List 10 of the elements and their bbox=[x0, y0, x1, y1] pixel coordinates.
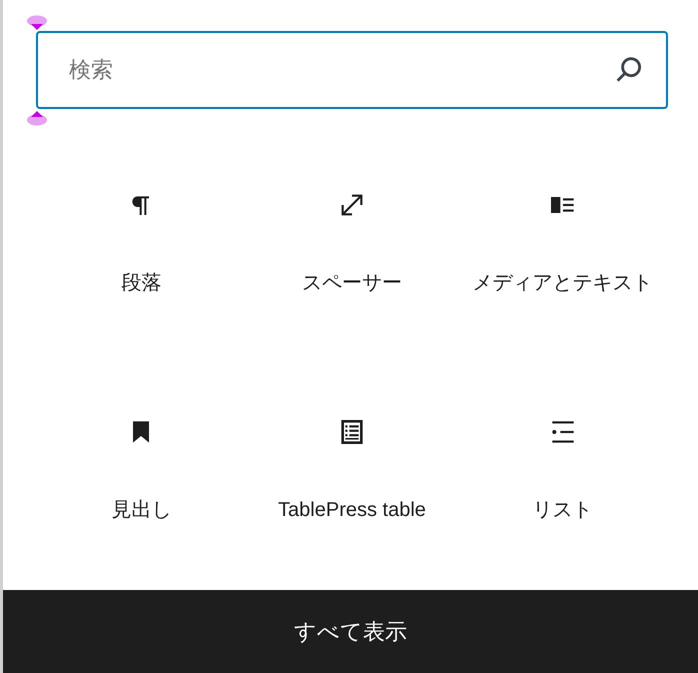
block-item[interactable]: TablePress table bbox=[246, 416, 458, 528]
block-item[interactable]: スペーサー bbox=[246, 189, 458, 416]
selection-handle-icon bbox=[26, 110, 48, 126]
show-all-button[interactable]: すべて表示 bbox=[3, 590, 698, 673]
search-field[interactable]: 検索 bbox=[36, 31, 668, 109]
block-item[interactable]: 見出し bbox=[36, 416, 247, 528]
block-item[interactable]: リスト bbox=[457, 416, 668, 528]
block-item[interactable]: メディアとテキスト bbox=[457, 189, 668, 416]
block-item[interactable]: 段落 bbox=[36, 189, 247, 416]
selection-handle-icon bbox=[26, 15, 48, 31]
